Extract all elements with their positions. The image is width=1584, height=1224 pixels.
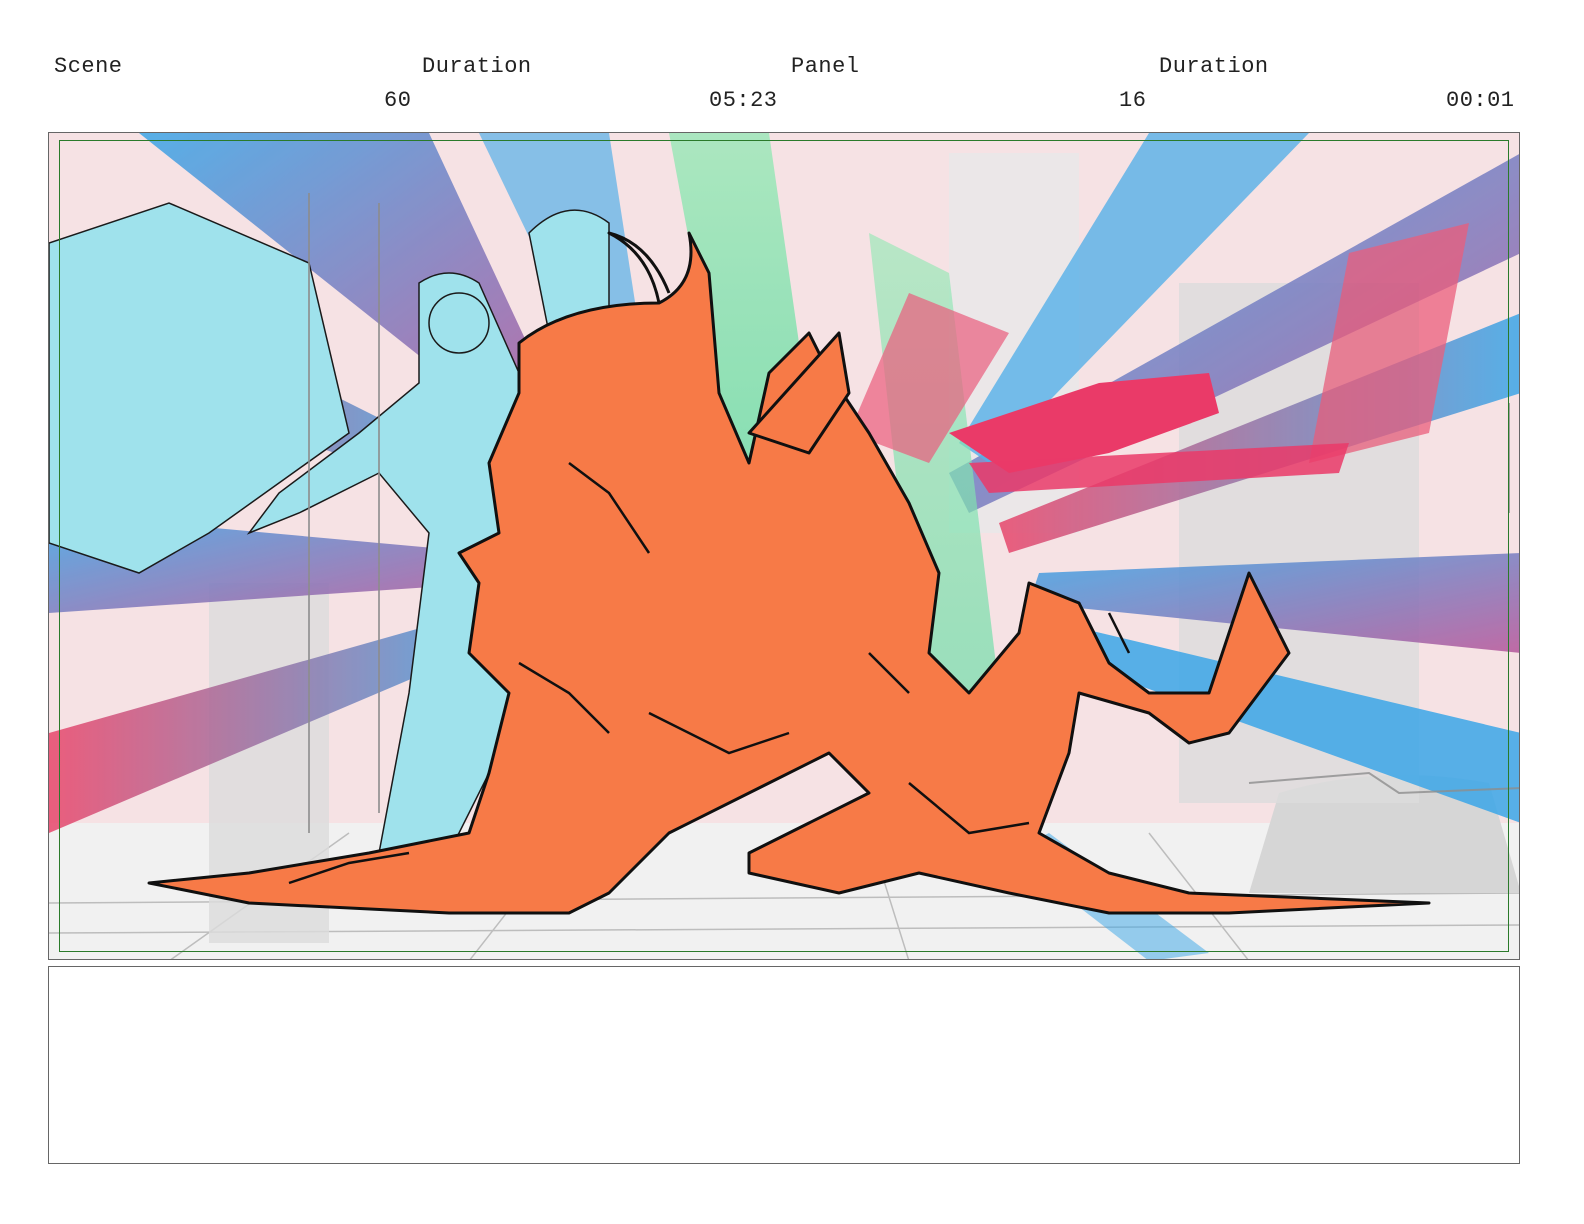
panel-label: Panel [791,54,860,79]
panel-artwork [49,133,1519,959]
panel-notes-box[interactable] [48,966,1520,1164]
panel-duration-label: Duration [1159,54,1269,79]
panel-number: 16 [1119,88,1147,113]
scene-label: Scene [54,54,123,79]
storyboard-panel [48,132,1520,960]
panel-duration-value: 00:01 [1446,88,1515,113]
scene-number: 60 [384,88,412,113]
scene-duration-label: Duration [422,54,532,79]
scene-duration-value: 05:23 [709,88,778,113]
